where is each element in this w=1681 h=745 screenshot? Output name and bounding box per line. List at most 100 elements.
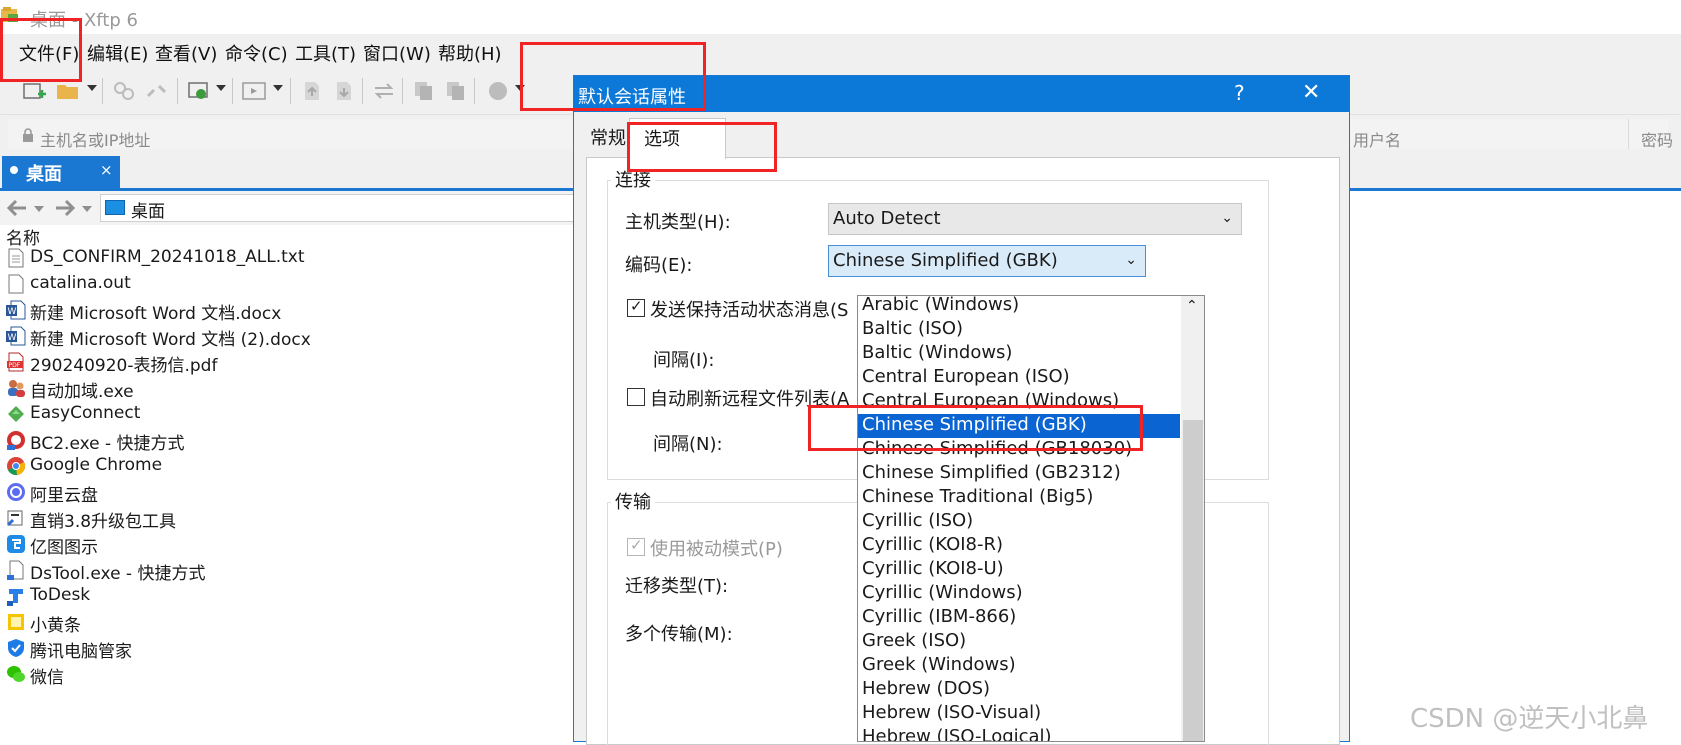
menu-tools[interactable]: 工具(T) (295, 40, 356, 66)
open-folder-icon[interactable] (56, 80, 80, 102)
file-row[interactable]: BC2.exe - 快捷方式 (0, 426, 575, 454)
file-row[interactable]: PDF 290240920-表扬信.pdf (0, 348, 575, 376)
todesk-icon (7, 589, 23, 606)
file-row[interactable]: DsTool.exe - 快捷方式 (0, 556, 575, 584)
sticky-note-icon (8, 614, 24, 630)
help-button[interactable]: ? (1234, 81, 1245, 105)
close-button[interactable]: ✕ (1302, 80, 1320, 105)
menu-command[interactable]: 命令(C) (225, 40, 288, 66)
file-name: 290240920-表扬信.pdf (30, 356, 218, 376)
chevron-down-icon: ⌄ (1221, 210, 1233, 226)
file-row[interactable]: 阿里云盘 (0, 478, 575, 506)
file-row[interactable]: 腾讯电脑管家 (0, 634, 575, 662)
download-icon[interactable] (332, 80, 356, 102)
checkmark-icon: ✓ (630, 536, 643, 554)
back-arrow-icon[interactable] (6, 199, 28, 217)
host-type-select[interactable]: Auto Detect ⌄ (828, 203, 1242, 235)
encoding-option[interactable]: Hebrew (ISO-Visual) (858, 702, 1180, 726)
properties-icon[interactable] (187, 80, 211, 102)
encoding-option[interactable]: Hebrew (ISO-Logical) (858, 726, 1180, 741)
chevron-down-icon[interactable] (273, 85, 283, 91)
file-row[interactable]: DS_CONFIRM_20241018_ALL.txt (0, 244, 575, 272)
dropdown-scrollbar[interactable]: ⌃ (1181, 296, 1204, 741)
file-row[interactable]: W 新建 Microsoft Word 文档.docx (0, 296, 575, 324)
chevron-down-icon[interactable] (216, 85, 226, 91)
encoding-option[interactable]: Chinese Simplified (GB2312) (858, 462, 1180, 486)
file-row[interactable]: Google Chrome (0, 452, 575, 480)
tab-local-desktop[interactable]: 桌面 × (2, 156, 120, 188)
desktop-icon (105, 200, 125, 215)
menu-edit[interactable]: 编辑(E) (87, 40, 148, 66)
remote-file-pane (1380, 191, 1681, 742)
encoding-option[interactable]: Arabic (Windows) (858, 296, 1180, 318)
encoding-option[interactable]: Baltic (Windows) (858, 342, 1180, 366)
file-name: DS_CONFIRM_20241018_ALL.txt (30, 247, 305, 267)
file-row[interactable]: W 新建 Microsoft Word 文档 (2).docx (0, 322, 575, 350)
toolbar-separator (177, 78, 178, 104)
keepalive-checkbox[interactable]: ✓ (627, 297, 645, 317)
wechat-icon (7, 666, 25, 682)
chevron-down-icon[interactable] (87, 85, 97, 91)
paste-icon[interactable] (444, 80, 468, 102)
encoding-select[interactable]: Chinese Simplified (GBK) ⌄ (828, 245, 1146, 277)
disconnect-icon[interactable] (145, 80, 169, 102)
tab-close-icon[interactable]: × (100, 161, 113, 179)
sync-icon[interactable] (372, 80, 396, 102)
file-name: 新建 Microsoft Word 文档.docx (30, 304, 282, 324)
passive-mode-checkbox[interactable]: ✓ (627, 536, 645, 556)
terminal-icon[interactable] (242, 80, 266, 102)
autorefresh-checkbox[interactable] (627, 388, 645, 406)
annotation-box (520, 42, 706, 111)
password-placeholder[interactable]: 密码 (1641, 127, 1673, 151)
connect-icon[interactable] (112, 80, 136, 102)
file-row[interactable]: 直销3.8升级包工具 (0, 504, 575, 532)
scroll-up-icon[interactable]: ⌃ (1186, 298, 1198, 314)
toolbar-separator (102, 78, 103, 104)
chevron-down-icon[interactable] (82, 206, 92, 212)
tab-general[interactable]: 常规 (590, 124, 626, 158)
username-placeholder[interactable]: 用户名 (1353, 127, 1401, 151)
menu-view[interactable]: 查看(V) (155, 40, 217, 66)
encoding-option[interactable]: Greek (ISO) (858, 630, 1180, 654)
encoding-option[interactable]: Cyrillic (Windows) (858, 582, 1180, 606)
encoding-option[interactable]: Cyrillic (KOI8-R) (858, 534, 1180, 558)
file-name: 阿里云盘 (30, 486, 98, 506)
annotation-box (0, 18, 82, 82)
encoding-option[interactable]: Hebrew (DOS) (858, 678, 1180, 702)
encoding-option[interactable]: Baltic (ISO) (858, 318, 1180, 342)
navigation-row: 桌面 (0, 191, 577, 225)
upload-icon[interactable] (300, 80, 324, 102)
word-icon: W (6, 300, 26, 320)
path-input[interactable]: 桌面 (100, 194, 577, 222)
file-row[interactable]: 微信 (0, 660, 575, 688)
encoding-option[interactable]: Chinese Traditional (Big5) (858, 486, 1180, 510)
encoding-option[interactable]: Cyrillic (ISO) (858, 510, 1180, 534)
new-session-icon[interactable] (22, 80, 46, 102)
file-row[interactable]: catalina.out (0, 270, 575, 298)
file-row[interactable]: EasyConnect (0, 400, 575, 428)
toolbar-separator (232, 78, 233, 104)
encoding-label: 编码(E): (625, 255, 693, 276)
file-row[interactable]: 亿图图示 (0, 530, 575, 558)
file-name: BC2.exe - 快捷方式 (30, 434, 185, 454)
menu-help[interactable]: 帮助(H) (438, 40, 502, 66)
copy-icon[interactable] (412, 80, 436, 102)
file-name: DsTool.exe - 快捷方式 (30, 564, 206, 584)
encoding-option[interactable]: Greek (Windows) (858, 654, 1180, 678)
record-icon[interactable] (486, 80, 510, 102)
file-row[interactable]: 自动加域.exe (0, 374, 575, 402)
encoding-option[interactable]: Central European (ISO) (858, 366, 1180, 390)
encoding-option[interactable]: Cyrillic (KOI8-U) (858, 558, 1180, 582)
forward-arrow-icon[interactable] (54, 199, 76, 217)
tool-icon (6, 510, 23, 527)
file-row[interactable]: 小黄条 (0, 608, 575, 636)
scrollbar-thumb[interactable] (1183, 420, 1203, 741)
local-file-list: 名称 DS_CONFIRM_20241018_ALL.txt catalina.… (0, 229, 575, 742)
pdf-icon: PDF (7, 352, 24, 372)
encoding-dropdown-list[interactable]: Arabic (Windows) Baltic (ISO) Baltic (Wind… (857, 295, 1205, 742)
svg-text:PDF: PDF (9, 362, 21, 369)
chevron-down-icon[interactable] (34, 206, 44, 212)
menu-window[interactable]: 窗口(W) (363, 40, 431, 66)
file-row[interactable]: ToDesk (0, 582, 575, 610)
encoding-option[interactable]: Cyrillic (IBM-866) (858, 606, 1180, 630)
